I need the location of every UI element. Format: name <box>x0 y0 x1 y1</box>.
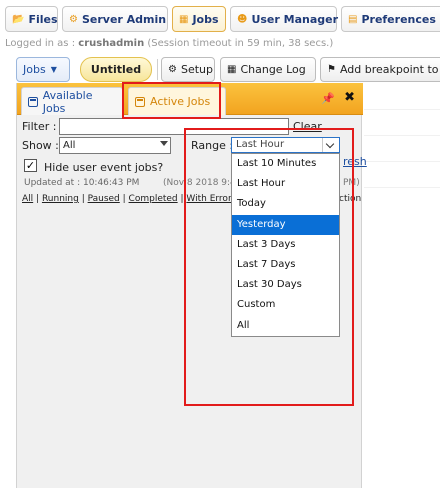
range-option[interactable]: Last Hour <box>232 174 339 194</box>
clear-link[interactable]: Clear <box>293 120 322 133</box>
tab-available-jobs-label: Available Jobs <box>42 88 93 115</box>
status-link-paused[interactable]: Paused <box>88 194 120 204</box>
canvas-line <box>364 187 440 188</box>
pin-icon[interactable]: 📌 <box>321 92 335 105</box>
status-link-running[interactable]: Running <box>42 194 79 204</box>
range-options-list: Last 10 Minutes Last Hour Today Yesterda… <box>231 153 340 337</box>
breakpoint-icon: ⚑ <box>327 64 336 75</box>
calendar-icon: ▦ <box>227 64 237 75</box>
user-icon: ☻ <box>237 13 248 25</box>
show-select-value: All <box>63 140 76 151</box>
nav-tab-jobs[interactable]: ▦ Jobs <box>172 6 226 32</box>
job-canvas <box>364 83 440 488</box>
range-option-highlighted[interactable]: Yesterday <box>232 214 339 235</box>
range-option[interactable]: Last 30 Days <box>232 275 339 295</box>
nav-tab-files[interactable]: 📂 Files <box>5 6 58 32</box>
nav-tab-preferences[interactable]: ▤ Preferences <box>341 6 440 32</box>
range-option[interactable]: Today <box>232 194 339 214</box>
jobs-menu-button[interactable]: Jobs ▼ <box>16 57 70 82</box>
nav-tab-server-admin-label: Server Admin <box>81 12 167 26</box>
status-link-completed[interactable]: Completed <box>129 194 178 204</box>
folder-icon: 📂 <box>12 13 25 25</box>
nav-tab-files-label: Files <box>28 12 58 26</box>
setup-button[interactable]: ⚙ Setup <box>161 57 215 82</box>
canvas-line <box>364 161 440 162</box>
calendar-icon <box>135 96 145 107</box>
hide-user-events-checkbox[interactable]: ✓ <box>24 159 37 172</box>
range-label: Range : <box>191 139 234 152</box>
nav-tab-user-manager-label: User Manager <box>251 12 339 26</box>
add-breakpoint-button[interactable]: ⚑ Add breakpoint to <box>320 57 440 82</box>
updated-timestamp: Updated at : 10:46:43 PM <box>24 178 140 188</box>
session-info: Logged in as : crushadmin (Session timeo… <box>5 38 333 49</box>
calendar-icon: ▦ <box>179 13 189 25</box>
status-filter-links: All | Running | Paused | Completed | Wit… <box>22 194 246 204</box>
range-option[interactable]: Last 3 Days <box>232 235 339 255</box>
session-prefix: Logged in as : <box>5 38 76 49</box>
chevron-down-icon <box>160 141 168 146</box>
setup-icon: ⚙ <box>168 64 177 75</box>
range-option[interactable]: All <box>232 316 339 336</box>
filter-input[interactable] <box>59 118 289 135</box>
jobs-panel-header: Available Jobs Active Jobs 📌 ✖ <box>17 83 363 115</box>
filter-label: Filter : <box>22 120 57 133</box>
action-column-fragment: ction <box>339 194 362 204</box>
jobs-menu-label: Jobs <box>23 63 46 76</box>
canvas-line <box>364 109 440 110</box>
session-user: crushadmin <box>78 38 145 49</box>
nav-tab-preferences-label: Preferences <box>361 12 436 26</box>
job-toolbar: Jobs ▼ Untitled ⚙ Setup ▦ Change Log ⚑ A… <box>0 55 440 85</box>
nav-tab-jobs-label: Jobs <box>192 12 219 26</box>
change-log-label: Change Log <box>240 63 306 76</box>
canvas-line <box>364 135 440 136</box>
date-range-start: (Nov 8 2018 9:4 <box>163 178 236 188</box>
gear-icon: ⚙ <box>69 13 78 25</box>
status-link-with-error[interactable]: With Error <box>186 194 231 204</box>
range-option[interactable]: Custom <box>232 295 339 315</box>
show-label: Show : <box>22 139 59 152</box>
status-link-all[interactable]: All <box>22 194 33 204</box>
date-range-end: PM) <box>343 178 360 188</box>
show-select[interactable]: All <box>59 137 171 154</box>
refresh-link[interactable]: resh <box>343 155 367 168</box>
nav-tab-user-manager[interactable]: ☻ User Manager <box>230 6 339 32</box>
document-icon: ▤ <box>348 13 358 25</box>
range-select-value: Last Hour <box>236 139 285 150</box>
tab-active-jobs-label: Active Jobs <box>150 95 211 108</box>
toolbar-divider <box>157 59 158 80</box>
range-option[interactable]: Last 7 Days <box>232 255 339 275</box>
range-option[interactable]: Last 10 Minutes <box>232 154 339 174</box>
setup-label: Setup <box>180 63 213 76</box>
job-name-button[interactable]: Untitled <box>80 57 152 82</box>
chevron-down-icon[interactable] <box>322 138 339 152</box>
calendar-icon <box>28 96 38 107</box>
add-breakpoint-label: Add breakpoint to <box>339 63 439 76</box>
change-log-button[interactable]: ▦ Change Log <box>220 57 316 82</box>
job-name-label: Untitled <box>90 63 142 76</box>
range-select-box[interactable]: Last Hour <box>231 137 340 153</box>
nav-tab-server-admin[interactable]: ⚙ Server Admin <box>62 6 168 32</box>
tab-active-jobs[interactable]: Active Jobs <box>128 87 226 115</box>
session-timeout: (Session timeout in 59 min, 38 secs.) <box>147 38 334 49</box>
tab-available-jobs[interactable]: Available Jobs <box>21 87 123 115</box>
top-navigation: 📂 Files ⚙ Server Admin ▦ Jobs ☻ User Man… <box>0 0 440 36</box>
close-icon[interactable]: ✖ <box>344 90 355 105</box>
hide-user-events-label: Hide user event jobs? <box>44 161 164 174</box>
chevron-down-icon: ▼ <box>50 65 57 74</box>
